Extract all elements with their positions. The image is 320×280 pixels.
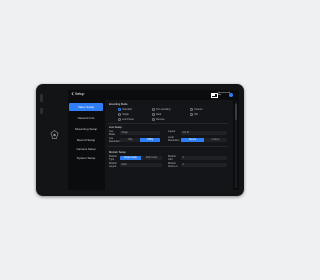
monitor-grid-select[interactable]: 2	[181, 156, 227, 160]
mode-radio-hdr[interactable]: Hdr	[190, 113, 198, 116]
monitor-grid-label: Monitor Grid	[168, 155, 176, 161]
radio-icon	[190, 108, 193, 111]
settings-panel: Encoding Mode Standard Pro encoding Cust…	[105, 100, 233, 190]
mode-radio-single[interactable]: Single	[118, 113, 129, 116]
sidebar-item-camera-setup[interactable]: Camera Setup	[69, 145, 103, 153]
mode-radio-custom[interactable]: Custom	[190, 108, 202, 111]
mode-radio-standard[interactable]: Standard	[118, 108, 132, 111]
scrollbar-thumb[interactable]	[235, 104, 237, 120]
mode-radio-pro[interactable]: Pro encoding	[152, 108, 170, 111]
back-label: Setup	[75, 92, 85, 96]
monitor-section-title: Monitor Setup	[109, 151, 126, 154]
monitor-type-single[interactable]: Single mode	[120, 156, 141, 160]
live-resolution-label: Live Resolution	[109, 137, 121, 143]
local-resolution-toggle: Source Custom	[181, 138, 227, 142]
device-screen: Setup Disconnected Idle Video Setup Netw…	[68, 90, 239, 190]
back-button[interactable]: Setup	[71, 92, 84, 96]
sidebar-item-streaming-setup[interactable]: Streaming Setup	[69, 125, 103, 133]
monitor-layout-select[interactable]: Multi	[120, 163, 162, 167]
local-res-option-source[interactable]: Source	[181, 138, 204, 142]
radio-selected-icon	[118, 108, 121, 111]
encoding-section-title: Encoding Mode	[109, 103, 128, 106]
mode-radio-remote[interactable]: Remote	[152, 118, 165, 121]
monitor-source-select[interactable]: 2	[181, 163, 227, 167]
sidebar-item-record-setup[interactable]: Record Setup	[69, 136, 103, 144]
monitor-type-label: Monitor Type	[109, 155, 117, 161]
radio-icon	[118, 118, 121, 121]
monitor-type-multi[interactable]: Multi mode	[141, 156, 162, 160]
encoder-device: Setup Disconnected Idle Video Setup Netw…	[36, 84, 244, 196]
monitor-type-toggle: Single mode Multi mode	[120, 156, 162, 160]
sidebar-nav: Video Setup Network Info Streaming Setup…	[68, 100, 104, 190]
live-section-title: Live Setup	[109, 126, 122, 129]
sidebar-item-system-setup[interactable]: System Setup	[69, 154, 103, 162]
sidebar-item-network-info[interactable]: Network Info	[69, 114, 103, 122]
live-mode-label: Live Mode	[109, 130, 115, 136]
radio-icon	[152, 118, 155, 121]
brand-logo-icon	[50, 130, 59, 139]
layout-select[interactable]: 4x4 M	[181, 131, 227, 135]
monitor-source-label: Monitor Source 2	[168, 162, 178, 168]
radio-icon	[190, 113, 193, 116]
radio-icon	[152, 113, 155, 116]
local-res-option-custom[interactable]: Custom	[204, 138, 227, 142]
live-mode-select[interactable]: Single	[120, 131, 160, 135]
layout-label: Layout	[168, 130, 176, 133]
radio-icon	[152, 108, 155, 111]
mode-radio-low-power[interactable]: Low Power	[118, 118, 134, 121]
top-bar: Setup Disconnected Idle	[68, 90, 239, 100]
back-arrow-icon	[71, 92, 74, 96]
mode-radio-dual[interactable]: Dual	[152, 113, 161, 116]
side-button-middle[interactable]	[40, 108, 43, 114]
sidebar-item-video-setup[interactable]: Video Setup	[69, 103, 103, 111]
local-resolution-label: Local Resolution	[168, 136, 180, 142]
live-res-option-1080p[interactable]: 1080p	[140, 138, 160, 142]
live-resolution-toggle: 720p 1080p	[120, 138, 160, 142]
live-res-option-720p[interactable]: 720p	[120, 138, 140, 142]
side-button-top[interactable]	[40, 94, 43, 102]
monitor-layout-label: Monitor Layout	[109, 162, 117, 168]
status-indicator-icon[interactable]	[229, 93, 233, 97]
radio-icon	[118, 113, 121, 116]
device-bezel	[36, 84, 68, 196]
